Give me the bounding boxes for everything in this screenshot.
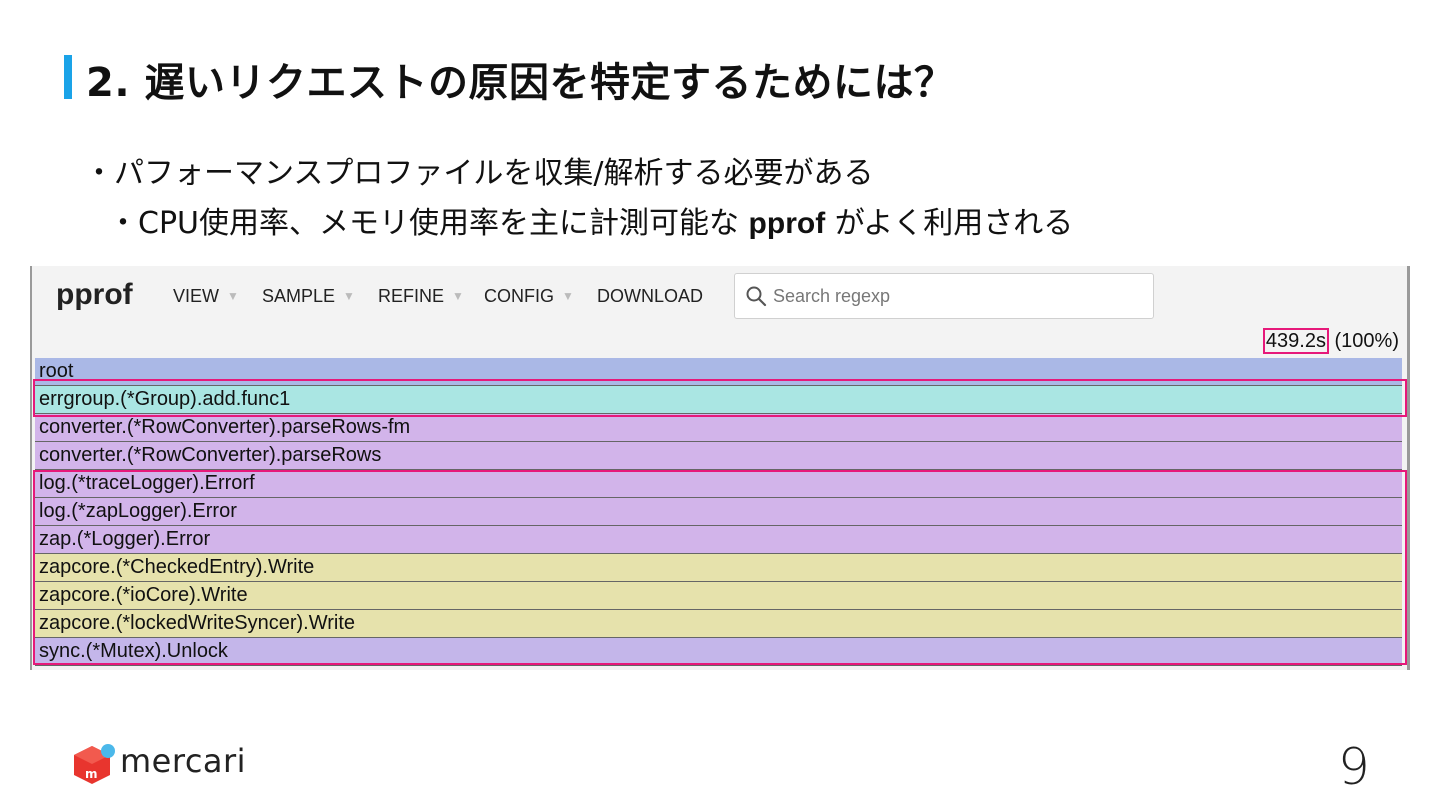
chevron-down-icon: ▼ [227, 289, 239, 303]
flame-frame[interactable]: sync.(*Mutex).Unlock [35, 638, 1402, 666]
bullet-2-prefix: ・CPU使用率、メモリ使用率を主に計測可能な [108, 206, 749, 241]
bullet-1: ・パフォーマンスプロファイルを収集/解析する必要がある [84, 156, 874, 191]
total-time-readout: 439.2s (100%) [1262, 328, 1399, 354]
flame-frame[interactable]: log.(*traceLogger).Errorf [35, 470, 1402, 498]
flame-frame[interactable]: zapcore.(*ioCore).Write [35, 582, 1402, 610]
flame-frame[interactable]: zapcore.(*CheckedEntry).Write [35, 554, 1402, 582]
menu-sample[interactable]: SAMPLE ▼ [262, 286, 355, 307]
total-time-value: 439.2s [1262, 328, 1329, 354]
page-number: 9 [1338, 738, 1370, 796]
search-input[interactable] [773, 282, 1143, 310]
mercari-logo: m mercari [72, 742, 272, 786]
flame-graph: root errgroup.(*Group).add.func1 converter… [35, 358, 1402, 666]
menu-view-label: VIEW [173, 286, 220, 306]
menu-config[interactable]: CONFIG ▼ [484, 286, 574, 307]
menu-download-label: DOWNLOAD [597, 286, 704, 306]
search-box[interactable] [734, 273, 1154, 319]
menu-config-label: CONFIG [484, 286, 554, 306]
menu-sample-label: SAMPLE [262, 286, 336, 306]
flame-frame[interactable]: zap.(*Logger).Error [35, 526, 1402, 554]
flame-frame[interactable]: converter.(*RowConverter).parseRows [35, 442, 1402, 470]
bullet-2: ・CPU使用率、メモリ使用率を主に計測可能な pprof がよく利用される [108, 198, 1073, 242]
menu-download[interactable]: DOWNLOAD [597, 286, 703, 307]
flame-frame[interactable]: root [35, 358, 1402, 386]
bullet-2-suffix: がよく利用される [825, 206, 1074, 241]
flame-frame[interactable]: converter.(*RowConverter).parseRows-fm [35, 414, 1402, 442]
pprof-toolbar: pprof VIEW ▼ SAMPLE ▼ REFINE ▼ CONFIG ▼ DOWN… [32, 266, 1407, 326]
svg-text:m: m [85, 767, 98, 781]
bullet-2-bold: pprof [748, 207, 826, 240]
chevron-down-icon: ▼ [562, 289, 574, 303]
brand-name: mercari [120, 742, 247, 780]
menu-view[interactable]: VIEW ▼ [173, 286, 239, 307]
chevron-down-icon: ▼ [343, 289, 355, 303]
total-time-percent: (100%) [1334, 330, 1399, 352]
slide-title: 2. 遅いリクエストの原因を特定するためには？ [86, 60, 955, 106]
flame-frame[interactable]: zapcore.(*lockedWriteSyncer).Write [35, 610, 1402, 638]
pprof-screenshot: pprof VIEW ▼ SAMPLE ▼ REFINE ▼ CONFIG ▼ DOWN… [30, 266, 1410, 670]
menu-refine[interactable]: REFINE ▼ [378, 286, 464, 307]
chevron-down-icon: ▼ [452, 289, 464, 303]
menu-refine-label: REFINE [378, 286, 445, 306]
search-icon [746, 286, 767, 307]
pprof-logo: pprof [56, 278, 133, 311]
flame-frame[interactable]: errgroup.(*Group).add.func1 [35, 386, 1402, 414]
flame-frame[interactable]: log.(*zapLogger).Error [35, 498, 1402, 526]
mercari-box-icon: m [74, 744, 115, 784]
title-accent-bar [64, 55, 72, 99]
